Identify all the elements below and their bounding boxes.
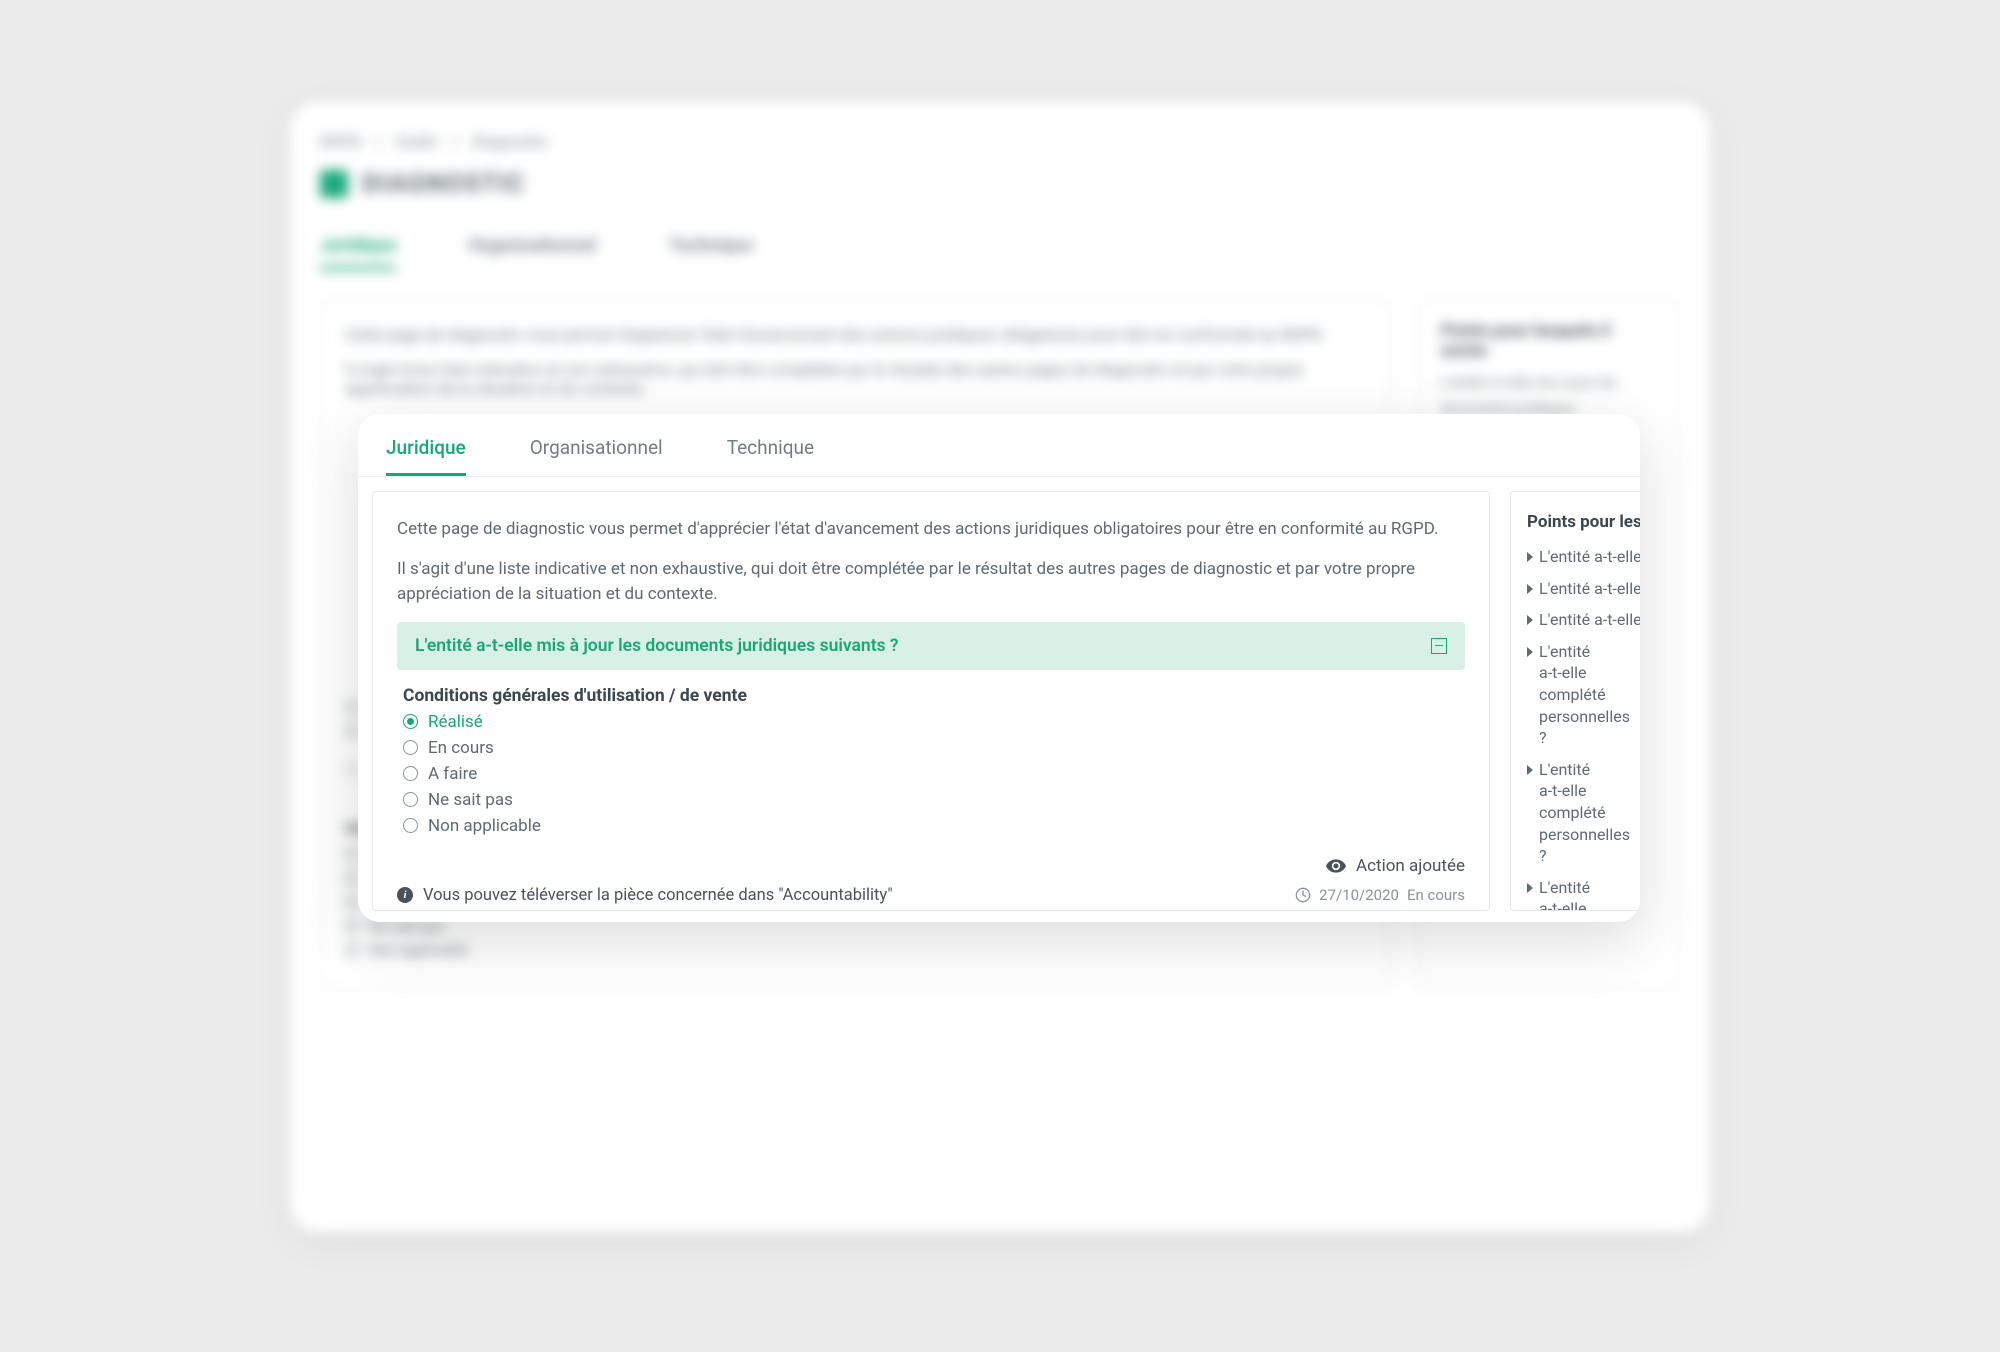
side-list-item[interactable]: L'entité a‑t‑elle mis — [1527, 546, 1640, 568]
tab-technique[interactable]: Technique — [727, 436, 814, 476]
caret-right-icon — [1527, 883, 1533, 893]
tab-organisationnel[interactable]: Organisationnel — [530, 436, 663, 476]
side-list-item[interactable]: L'entité a‑t‑elle désigné leurs conformi… — [1527, 877, 1640, 911]
tabs: Juridique Organisationnel Technique — [358, 414, 1640, 477]
tab-juridique[interactable]: Juridique — [386, 436, 466, 476]
side-list-item[interactable]: L'entité a‑t‑elle mis — [1527, 578, 1640, 600]
date-status: 27/10/2020 En cours — [1295, 886, 1465, 904]
status-value: En cours — [1407, 886, 1465, 904]
diagnostic-icon — [320, 170, 348, 198]
side-list-item[interactable]: L'entité a‑t‑elle mis — [1527, 609, 1640, 631]
page-title: DIAGNOSTIC — [362, 169, 525, 199]
eye-icon — [1326, 859, 1346, 873]
bg-tab-technique: Technique — [669, 235, 753, 270]
bg-intro-1: Cette page de diagnostic vous permet d'a… — [345, 325, 1365, 344]
option-label: Non applicable — [428, 816, 541, 836]
option-label: Ne sait pas — [428, 790, 513, 810]
action-added-row: Action ajoutée — [397, 856, 1465, 876]
action-added-label: Action ajoutée — [1356, 856, 1465, 876]
breadcrumb-item: RGPD — [320, 132, 362, 151]
radio-icon — [403, 766, 418, 781]
options-group: Conditions générales d'utilisation / de … — [397, 670, 1465, 836]
side-panel: Points pour lesquels L'entité a‑t‑elle m… — [1510, 491, 1640, 911]
option-realise[interactable]: Réalisé — [403, 712, 1459, 732]
note-text: Vous pouvez téléverser la pièce concerné… — [423, 886, 893, 905]
option-label: Réalisé — [428, 712, 483, 732]
bg-tab-juridique: Juridique — [320, 235, 396, 270]
option-ne-sait-pas[interactable]: Ne sait pas — [403, 790, 1459, 810]
bg-tabs: Juridique Organisationnel Technique — [320, 235, 1680, 270]
radio-icon — [403, 714, 418, 729]
caret-right-icon — [1527, 552, 1533, 562]
breadcrumb-item: Outils — [396, 132, 438, 151]
radio-icon — [403, 792, 418, 807]
breadcrumb-item: Diagnostic — [472, 132, 548, 151]
intro-paragraph-1: Cette page de diagnostic vous permet d'a… — [397, 517, 1465, 543]
side-list-item[interactable]: L'entité a‑t‑elle complété personnelles … — [1527, 759, 1640, 867]
side-list-item[interactable]: L'entité a‑t‑elle complété personnelles … — [1527, 641, 1640, 749]
radio-icon — [403, 740, 418, 755]
date-value: 27/10/2020 — [1319, 886, 1399, 904]
option-non-applicable[interactable]: Non applicable — [403, 816, 1459, 836]
caret-right-icon — [1527, 584, 1533, 594]
clock-icon — [1295, 887, 1311, 903]
bg-intro-2: Il s'agit d'une liste indicative et non … — [345, 360, 1365, 398]
diagnostic-modal: Juridique Organisationnel Technique Cett… — [358, 414, 1640, 922]
question-text: L'entité a-t-elle mis à jour les documen… — [415, 636, 899, 656]
option-label: En cours — [428, 738, 494, 758]
caret-right-icon — [1527, 647, 1533, 657]
option-label: A faire — [428, 764, 477, 784]
radio-icon — [403, 818, 418, 833]
info-icon: i — [397, 887, 413, 903]
main-panel: Cette page de diagnostic vous permet d'a… — [372, 491, 1490, 911]
upload-note: i Vous pouvez téléverser la pièce concer… — [397, 886, 893, 905]
side-title: Points pour lesquels — [1527, 512, 1640, 532]
caret-right-icon — [1527, 615, 1533, 625]
bg-tab-organisationnel: Organisationnel — [468, 235, 596, 270]
caret-right-icon — [1527, 765, 1533, 775]
breadcrumb: RGPD / Outils / Diagnostic — [320, 132, 1680, 151]
collapse-icon[interactable] — [1431, 638, 1447, 654]
question-banner[interactable]: L'entité a-t-elle mis à jour les documen… — [397, 622, 1465, 670]
option-a-faire[interactable]: A faire — [403, 764, 1459, 784]
options-title: Conditions générales d'utilisation / de … — [403, 686, 1459, 706]
page-title-row: DIAGNOSTIC — [320, 169, 1680, 199]
intro-paragraph-2: Il s'agit d'une liste indicative et non … — [397, 557, 1465, 608]
option-en-cours[interactable]: En cours — [403, 738, 1459, 758]
